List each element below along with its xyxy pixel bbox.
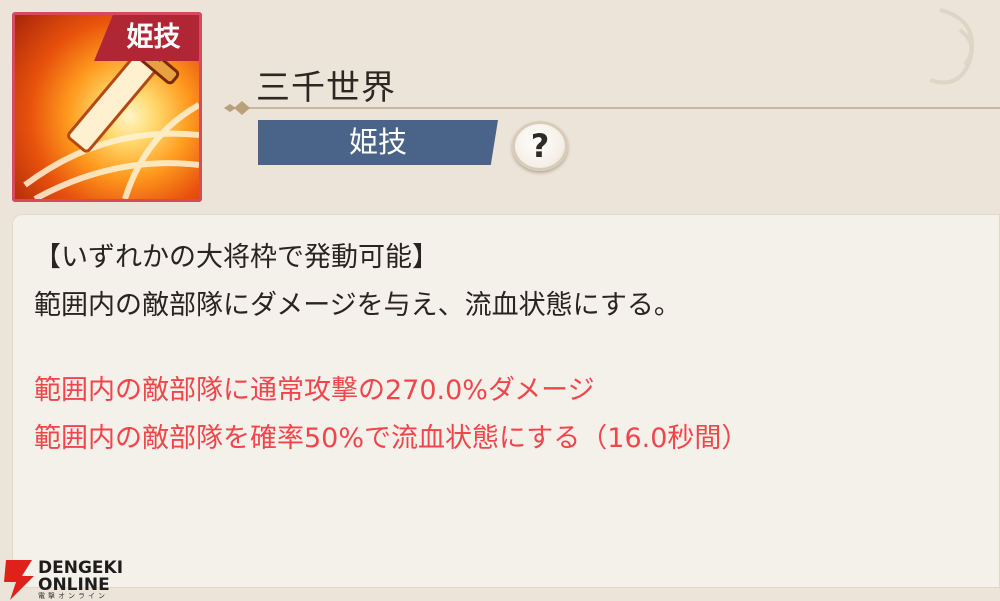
description-block: 【いずれかの大将枠で発動可能】 範囲内の敵部隊にダメージを与え、流血状態にする。 xyxy=(34,234,681,330)
effect-damage: 範囲内の敵部隊に通常攻撃の270.0%ダメージ xyxy=(34,375,595,406)
skill-icon: 姫技 xyxy=(12,12,202,202)
skill-type-label: 姫技 xyxy=(258,120,498,165)
title-divider xyxy=(224,101,1000,115)
help-button[interactable]: ? xyxy=(512,121,568,171)
effect-list: 範囲内の敵部隊に通常攻撃の270.0%ダメージ 範囲内の敵部隊を確率50%で流血… xyxy=(34,367,748,463)
skill-summary: 範囲内の敵部隊にダメージを与え、流血状態にする。 xyxy=(34,290,681,321)
activation-condition: 【いずれかの大将枠で発動可能】 xyxy=(34,242,439,273)
effect-bleed: 範囲内の敵部隊を確率50%で流血状態にする（16.0秒間） xyxy=(34,423,749,454)
